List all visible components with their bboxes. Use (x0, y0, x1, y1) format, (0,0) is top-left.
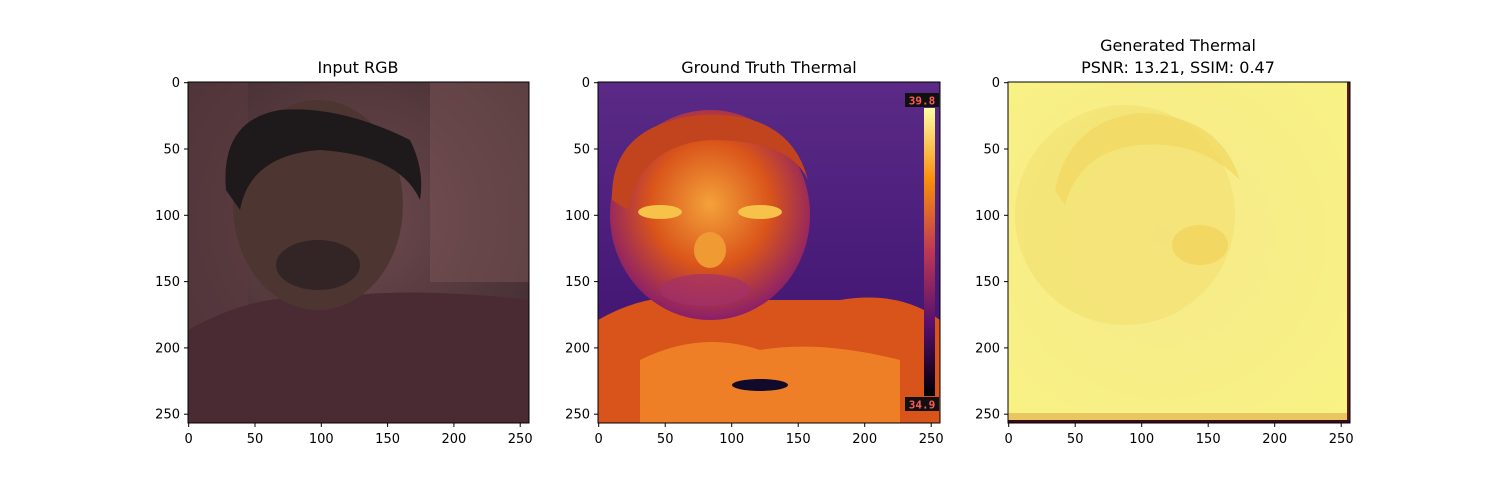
rgb-image (188, 82, 529, 423)
x-axis: 0 50 100 150 200 250 (1005, 423, 1354, 447)
x-tick-label: 150 (1196, 432, 1221, 447)
figure: Input RGB 0 50 100 150 200 250 0 50 100 … (155, 36, 1353, 447)
x-tick-label: 0 (1005, 432, 1013, 447)
panel-generated-thermal: Generated Thermal PSNR: 13.21, SSIM: 0.4… (975, 36, 1353, 447)
thermal-image (598, 82, 940, 423)
x-tick-label: 250 (1329, 432, 1354, 447)
panel-title: Ground Truth Thermal (681, 58, 856, 77)
panel-input-rgb: Input RGB 0 50 100 150 200 250 0 50 100 … (155, 58, 532, 447)
panel-title-line-1: Generated Thermal (1100, 36, 1256, 55)
y-tick-label: 100 (155, 209, 180, 224)
y-tick-label: 250 (155, 408, 180, 423)
x-tick-label: 250 (508, 432, 533, 447)
y-tick-label: 150 (975, 275, 1000, 290)
y-tick-label: 250 (975, 408, 1000, 423)
y-tick-label: 100 (565, 209, 590, 224)
x-tick-label: 200 (441, 432, 466, 447)
x-tick-label: 100 (719, 432, 744, 447)
x-axis: 0 50 100 150 200 250 (185, 423, 533, 447)
x-tick-label: 50 (1067, 432, 1084, 447)
y-tick-label: 200 (975, 341, 1000, 356)
x-tick-label: 150 (786, 432, 811, 447)
panel-title-line-2: PSNR: 13.21, SSIM: 0.47 (1081, 58, 1275, 77)
x-tick-label: 250 (919, 432, 944, 447)
x-tick-label: 100 (1129, 432, 1154, 447)
y-tick-label: 0 (172, 76, 180, 91)
x-tick-label: 0 (595, 432, 603, 447)
x-axis: 0 50 100 150 200 250 (595, 423, 944, 447)
x-tick-label: 50 (247, 432, 264, 447)
x-tick-label: 50 (657, 432, 674, 447)
y-tick-label: 50 (163, 143, 180, 158)
colorbar-min-label: 34.9 (909, 399, 936, 412)
y-tick-label: 50 (983, 143, 1000, 158)
colorbar-max-label: 39.8 (909, 95, 936, 108)
x-tick-label: 200 (852, 432, 877, 447)
y-tick-label: 100 (975, 209, 1000, 224)
x-tick-label: 200 (1262, 432, 1287, 447)
panel-ground-truth-thermal: Ground Truth Thermal 39.8 34.9 0 50 100 … (565, 58, 943, 447)
x-tick-label: 150 (375, 432, 400, 447)
y-axis: 0 50 100 150 200 250 (155, 76, 188, 423)
x-tick-label: 100 (309, 432, 334, 447)
y-tick-label: 250 (565, 408, 590, 423)
x-tick-label: 0 (185, 432, 193, 447)
y-axis: 0 50 100 150 200 250 (565, 76, 598, 423)
y-tick-label: 200 (155, 341, 180, 356)
y-tick-label: 0 (582, 76, 590, 91)
y-tick-label: 0 (992, 76, 1000, 91)
y-tick-label: 200 (565, 341, 590, 356)
y-axis: 0 50 100 150 200 250 (975, 76, 1008, 423)
y-tick-label: 150 (155, 275, 180, 290)
panel-title: Input RGB (317, 58, 398, 77)
y-tick-label: 50 (573, 143, 590, 158)
y-tick-label: 150 (565, 275, 590, 290)
generated-thermal-image (1008, 82, 1350, 423)
